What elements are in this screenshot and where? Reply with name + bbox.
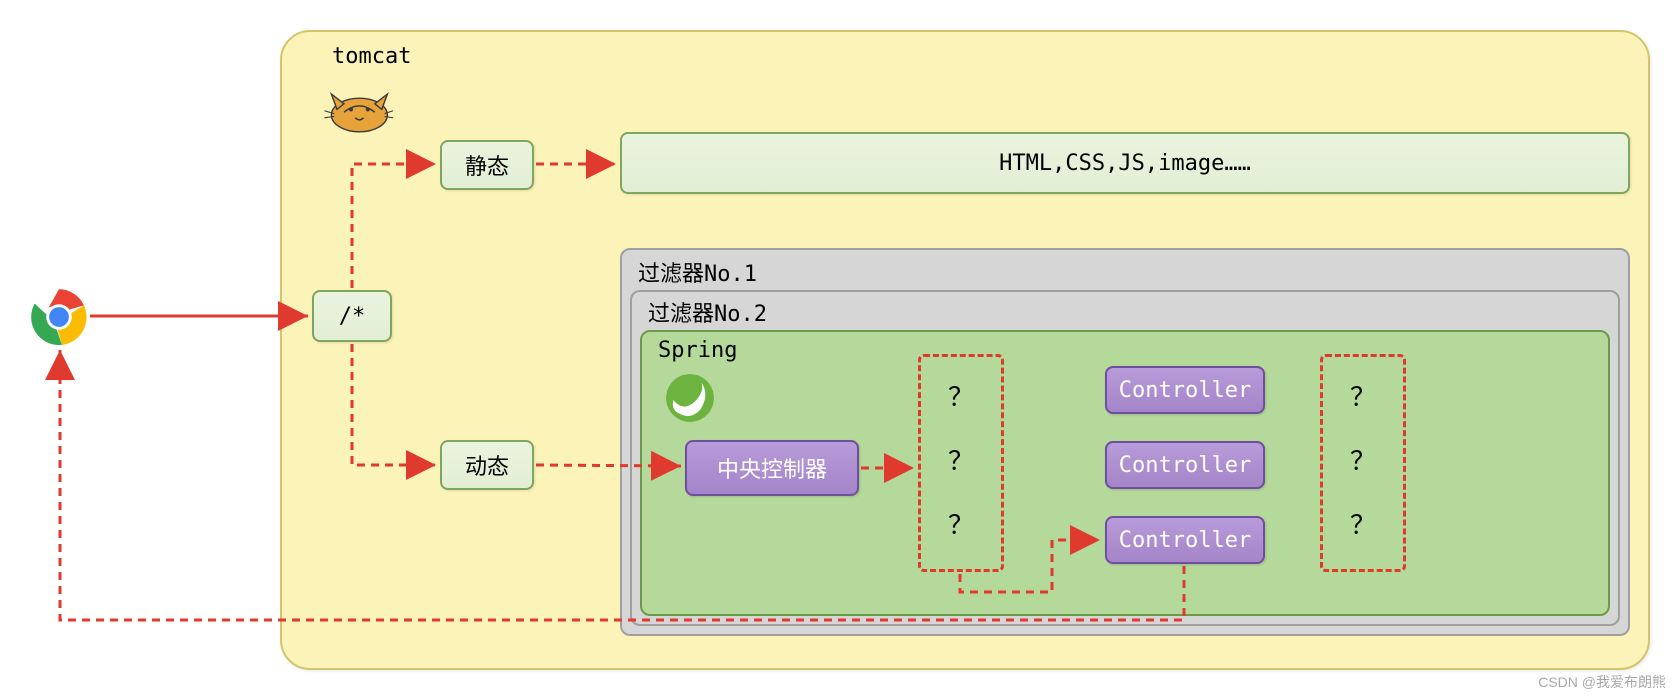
interceptor-placeholder-2: ？ ？ ？ xyxy=(1320,354,1406,572)
question-mark: ？ xyxy=(1350,447,1376,478)
interceptor-placeholder-1: ？ ？ ？ xyxy=(918,354,1004,572)
spring-leaf-icon xyxy=(664,372,716,424)
question-mark: ？ xyxy=(1350,383,1376,414)
dynamic-node: 动态 xyxy=(440,440,534,490)
controller-node-3: Controller xyxy=(1105,516,1265,564)
watermark: CSDN @我爱布朗熊 xyxy=(1538,672,1666,692)
static-node: 静态 xyxy=(440,140,534,190)
path-slashstar-node: /* xyxy=(312,290,392,342)
chrome-browser-icon xyxy=(30,288,88,346)
filter-2-label: 过滤器No.2 xyxy=(648,296,767,328)
question-mark: ？ xyxy=(948,447,974,478)
tomcat-icon xyxy=(322,80,394,136)
central-controller-node: 中央控制器 xyxy=(685,440,859,496)
controller-node-2: Controller xyxy=(1105,441,1265,489)
spring-label: Spring xyxy=(658,338,737,363)
question-mark: ？ xyxy=(948,383,974,414)
static-resources-node: HTML,CSS,JS,image…… xyxy=(620,132,1630,194)
controller-node-1: Controller xyxy=(1105,366,1265,414)
filter-1-label: 过滤器No.1 xyxy=(638,256,757,288)
tomcat-label: tomcat xyxy=(332,44,411,69)
question-mark: ？ xyxy=(1350,511,1376,542)
question-mark: ？ xyxy=(948,511,974,542)
